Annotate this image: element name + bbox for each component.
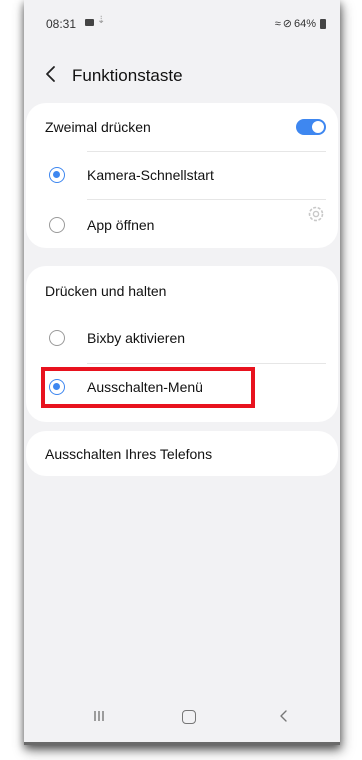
radio-open-app[interactable]	[49, 217, 65, 233]
option-bixby-label: Bixby aktivieren	[87, 330, 186, 346]
page-title: Funktionstaste	[72, 66, 183, 85]
option-camera-label: Kamera-Schnellstart	[87, 167, 214, 183]
highlight-annotation	[41, 367, 255, 408]
divider	[87, 199, 326, 200]
chevron-left-icon[interactable]	[42, 64, 62, 84]
double-press-card: Zweimal drücken Kamera-Schnellstart App …	[26, 103, 338, 248]
status-bar: 08:31 ⇣ ≈ ⊘ 64%	[24, 0, 340, 46]
power-off-label: Ausschalten Ihres Telefons	[45, 446, 213, 462]
divider	[87, 363, 326, 364]
radio-bixby[interactable]	[49, 330, 65, 346]
download-icon: ⇣	[97, 15, 106, 26]
divider	[87, 151, 326, 152]
back-icon[interactable]	[277, 709, 291, 723]
battery-percentage: 64%	[293, 17, 316, 30]
option-open-app-label: App öffnen	[87, 217, 155, 233]
press-and-hold-label: Drücken und halten	[45, 283, 167, 299]
gear-icon[interactable]	[306, 204, 326, 224]
status-indicators: ≈ ⊘ 64%	[275, 17, 326, 30]
double-press-label: Zweimal drücken	[45, 119, 151, 135]
home-icon[interactable]	[182, 710, 196, 724]
toggle-knob	[311, 120, 325, 134]
double-press-toggle[interactable]	[296, 119, 326, 135]
status-time: 08:31	[46, 17, 77, 31]
wifi-icon: ≈	[274, 17, 281, 30]
title-bar: Funktionstaste	[24, 55, 340, 95]
do-not-disturb-icon: ⊘	[282, 18, 292, 30]
navigation-bar	[24, 692, 340, 742]
radio-camera-selected[interactable]	[49, 167, 65, 183]
image-notification-icon	[85, 19, 94, 26]
battery-icon	[320, 18, 326, 29]
power-off-card[interactable]: Ausschalten Ihres Telefons	[26, 431, 338, 476]
phone-screen: 08:31 ⇣ ≈ ⊘ 64% Funktionstaste Zweimal d…	[24, 0, 340, 745]
recent-apps-icon[interactable]	[92, 709, 106, 723]
